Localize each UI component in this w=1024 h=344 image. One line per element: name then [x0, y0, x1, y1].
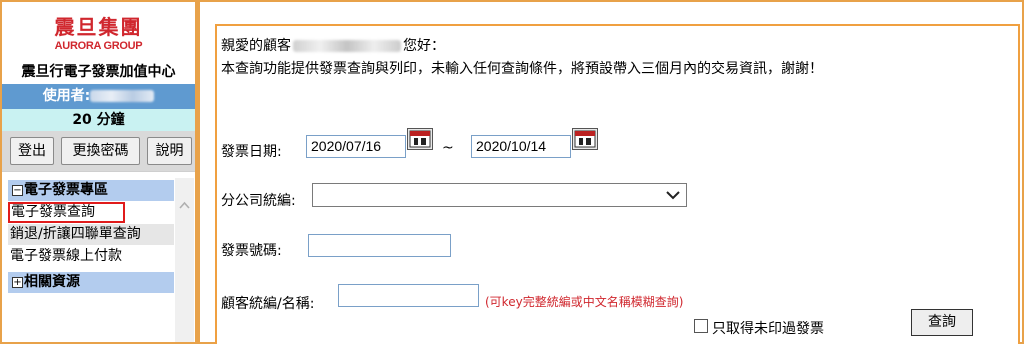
logo-chinese-text: 震旦集團: [54, 15, 143, 39]
query-button[interactable]: 查詢: [911, 309, 973, 336]
chevron-down-icon: [666, 191, 680, 200]
menu-item-return-allowance-query[interactable]: 銷退/折讓四聯單查詢: [8, 224, 174, 245]
user-label: 使用者:: [42, 88, 91, 104]
menu-item-online-payment[interactable]: 電子發票線上付款: [8, 246, 174, 267]
section-related-resources[interactable]: + 相關資源: [8, 272, 174, 293]
date-end-input[interactable]: 2020/10/14: [471, 135, 571, 158]
invoice-number-input[interactable]: [308, 234, 451, 257]
date-range-separator: ~: [442, 140, 454, 156]
intro-text: 本查詢功能提供發票查詢與列印，未輸入任何查詢條件，將預設帶入三個月內的交易資訊，…: [221, 61, 823, 77]
customer-name-redacted: [293, 40, 401, 52]
user-info-bar: 使用者:: [2, 84, 195, 109]
scroll-up-arrow-icon[interactable]: [179, 200, 190, 211]
customer-id-name-input[interactable]: [338, 284, 479, 307]
menu-divider: [2, 171, 195, 178]
service-center-title: 震旦行電子發票加值中心: [2, 60, 195, 84]
session-timer: 20 分鐘: [2, 109, 195, 131]
branch-tax-id-select[interactable]: [312, 183, 687, 207]
date-start-input[interactable]: 2020/07/16: [306, 135, 406, 158]
customer-id-name-label: 顧客統編/名稱:: [221, 296, 315, 312]
menu-item-invoice-query[interactable]: 電子發票查詢: [8, 202, 125, 223]
unprinted-only-label[interactable]: 只取得未印過發票: [712, 318, 824, 338]
change-password-button[interactable]: 更換密碼: [61, 137, 140, 165]
customer-search-hint: (可key完整統編或中文名稱模糊查詢): [485, 295, 684, 309]
invoice-date-label: 發票日期:: [221, 144, 282, 160]
user-name-redacted: [90, 90, 155, 102]
logo-english-text: AURORA GROUP: [54, 40, 143, 52]
invoice-number-label: 發票號碼:: [221, 243, 282, 259]
account-button-bar: 登出 更換密碼 說明: [2, 131, 195, 171]
menu-scrollbar[interactable]: [175, 178, 194, 342]
greeting-suffix: 您好：: [403, 38, 445, 54]
greeting: 親愛的顧客 您好：: [221, 35, 445, 55]
aurora-logo: 震旦集團 AURORA GROUP: [2, 2, 195, 60]
main-content-frame: 親愛的顧客 您好： 本查詢功能提供發票查詢與列印，未輸入任何查詢條件，將預設帶入三…: [198, 0, 1024, 344]
calendar-icon[interactable]: [572, 128, 598, 150]
branch-tax-id-label: 分公司統編:: [221, 193, 296, 209]
left-navigation-frame: 震旦集團 AURORA GROUP 震旦行電子發票加值中心 使用者: 20 分鐘…: [0, 0, 198, 344]
logout-button[interactable]: 登出: [10, 137, 54, 165]
calendar-icon[interactable]: [407, 128, 433, 150]
section-title: 電子發票專區: [24, 182, 108, 198]
unprinted-only-checkbox[interactable]: [694, 319, 708, 333]
section-title: 相關資源: [24, 274, 80, 290]
collapse-icon[interactable]: −: [12, 184, 23, 196]
section-e-invoice[interactable]: − 電子發票專區: [8, 180, 174, 201]
help-button[interactable]: 說明: [147, 137, 192, 165]
expand-icon[interactable]: +: [12, 276, 23, 288]
greeting-prefix: 親愛的顧客: [221, 38, 291, 54]
query-panel: 親愛的顧客 您好： 本查詢功能提供發票查詢與列印，未輸入任何查詢條件，將預設帶入三…: [215, 24, 1020, 344]
menu-tree: − 電子發票專區 電子發票查詢 銷退/折讓四聯單查詢 電子發票線上付款 + 相關資源: [2, 171, 195, 342]
